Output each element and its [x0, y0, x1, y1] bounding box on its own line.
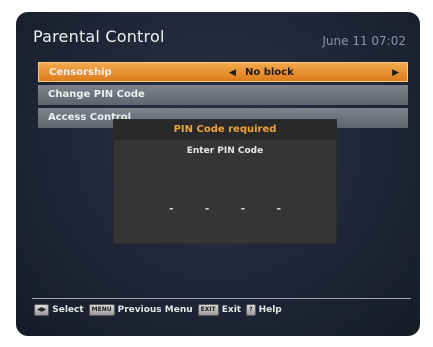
- censorship-value: No block: [245, 67, 294, 78]
- exit-key-icon: EXIT: [197, 304, 219, 316]
- help-hint: Help: [258, 305, 282, 315]
- tv-screen: Parental Control June 11 07:02 Censorshi…: [16, 12, 420, 336]
- exit-hint: Exit: [221, 305, 242, 315]
- pin-dialog: PIN Code required Enter PIN Code - - - -: [114, 120, 336, 243]
- date-time: June 11 07:02: [322, 34, 406, 48]
- change-pin-label: Change PIN Code: [48, 89, 145, 100]
- pin-digit-3: -: [240, 202, 246, 215]
- pin-entry[interactable]: - - - -: [114, 202, 336, 215]
- page-title: Parental Control: [33, 27, 165, 46]
- pin-digit-1: -: [168, 202, 174, 215]
- left-right-key-icon: ◀▶: [34, 304, 50, 316]
- previous-menu-hint: Previous Menu: [117, 305, 193, 315]
- menu-item-change-pin[interactable]: Change PIN Code: [38, 85, 408, 105]
- arrow-left-icon[interactable]: ◀: [229, 63, 236, 83]
- menu-item-censorship[interactable]: Censorship ◀ No block ▶: [38, 62, 408, 82]
- pin-dialog-title: PIN Code required: [114, 120, 336, 140]
- help-key-icon: ?: [246, 304, 256, 316]
- arrow-right-icon[interactable]: ▶: [392, 63, 399, 83]
- select-hint: Select: [52, 305, 84, 315]
- pin-prompt: Enter PIN Code: [186, 146, 264, 156]
- footer-help-bar: ◀▶ Select MENU Previous Menu EXIT Exit ?…: [34, 303, 287, 317]
- footer-divider: [32, 298, 411, 299]
- pin-digit-2: -: [204, 202, 210, 215]
- menu-key-icon: MENU: [88, 304, 115, 316]
- pin-digit-4: -: [276, 202, 282, 215]
- censorship-label: Censorship: [49, 67, 112, 78]
